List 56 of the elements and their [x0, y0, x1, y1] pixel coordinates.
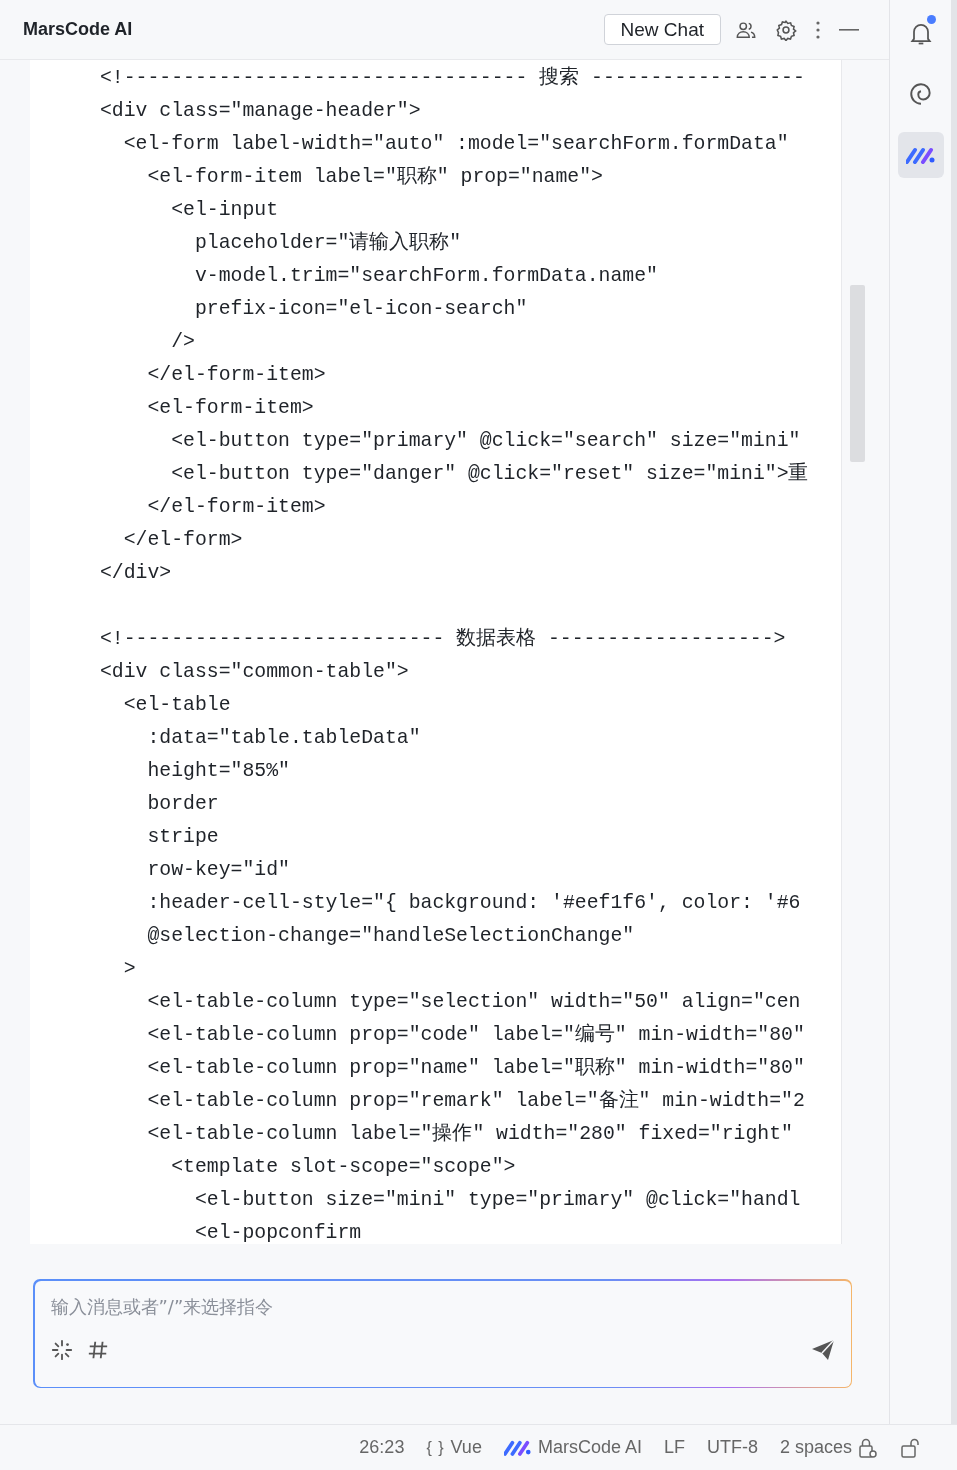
braces-icon: { } — [426, 1438, 445, 1457]
code-line: <el-button size="mini" type="primary" @click="handl — [193, 1188, 801, 1213]
spiral-icon[interactable] — [907, 81, 934, 107]
code-line: prefix-icon="el-icon-search" — [193, 297, 528, 322]
cursor-position[interactable]: 26:23 — [348, 1437, 416, 1458]
code-line: <!---------------------------------- 搜索 ------------------ — [100, 65, 805, 91]
code-line: </el-form-item> — [146, 495, 326, 520]
plugin-label[interactable]: MarsCode AI — [537, 1437, 642, 1458]
code-line: </el-form> — [122, 528, 243, 553]
code-line: <template slot-scope="scope"> — [170, 1155, 516, 1180]
code-line: stripe — [146, 825, 219, 850]
line-ending[interactable]: LF — [652, 1437, 696, 1458]
marscode-logo-icon — [905, 146, 936, 164]
code-line: :data="table.tableData" — [146, 726, 421, 751]
code-line: <div class="common-table"> — [100, 660, 409, 685]
unlock-icon[interactable] — [900, 1437, 922, 1458]
code-line: <el-popconfirm — [193, 1221, 362, 1244]
code-line: :header-cell-style="{ background: '#eef1f6', color: '#6 — [146, 891, 801, 916]
code-line: row-key="id" — [146, 858, 290, 883]
code-line: </div> — [100, 561, 172, 586]
settings-icon[interactable] — [775, 18, 797, 41]
code-line: <el-table-column type="selection" width="50" align="cen — [146, 990, 801, 1015]
panel-title: MarsCode AI — [23, 19, 134, 40]
code-line: <el-form-item label="职称" prop="name"> — [146, 165, 603, 190]
scrollbar[interactable] — [850, 285, 865, 462]
code-line: <el-form-item> — [146, 396, 314, 421]
message-input[interactable]: 输入消息或者”/”来选择指令 — [50, 1295, 835, 1317]
code-line: <div class="manage-header"> — [100, 99, 421, 124]
code-line: <el-table-column prop="code" label="编号" min-width="80" — [146, 1022, 805, 1048]
language-label[interactable]: Vue — [450, 1437, 482, 1458]
marscode-logo-icon — [503, 1439, 532, 1456]
code-line: <el-input — [170, 198, 279, 223]
sidebar-tab[interactable] — [897, 132, 944, 178]
more-icon[interactable] — [815, 19, 821, 40]
code-line: <el-button type="primary" @click="search" size="mini" — [170, 429, 801, 454]
code-line: v-model.trim="searchForm.formData.name" — [193, 264, 658, 289]
code-line: <el-table-column prop="remark" label="备注" min-width="2 — [146, 1088, 805, 1114]
code-line: > — [122, 957, 136, 982]
code-line: /> — [170, 330, 195, 355]
indent-setting[interactable]: 2 spaces — [779, 1437, 852, 1458]
code-line: <el-form label-width="auto" :model="searchForm.formData" — [122, 132, 789, 157]
send-icon[interactable] — [810, 1338, 835, 1361]
code-line: <el-button type="danger" @click="reset" size="mini">重 — [170, 461, 809, 487]
code-line: height="85%" — [146, 759, 290, 784]
code-line: </el-form-item> — [146, 363, 326, 388]
code-line: placeholder="请输入职称" — [193, 230, 462, 256]
code-line: <el-table-column prop="name" label="职称" min-width="80" — [146, 1056, 805, 1081]
code-line: <el-table — [122, 693, 231, 718]
file-encoding[interactable]: UTF-8 — [695, 1437, 769, 1458]
new-chat-button[interactable]: New Chat — [603, 14, 721, 45]
code-line: @selection-change="handleSelectionChange" — [146, 924, 635, 949]
lock-settings-icon[interactable] — [858, 1436, 878, 1459]
code-line: <el-table-column label="操作" width="280" fixed="right" — [146, 1122, 793, 1147]
sparkle-icon[interactable] — [50, 1338, 73, 1361]
code-line: border — [146, 792, 219, 817]
code-line: <!--------------------------- 数据表格 -------------------> — [100, 626, 786, 652]
